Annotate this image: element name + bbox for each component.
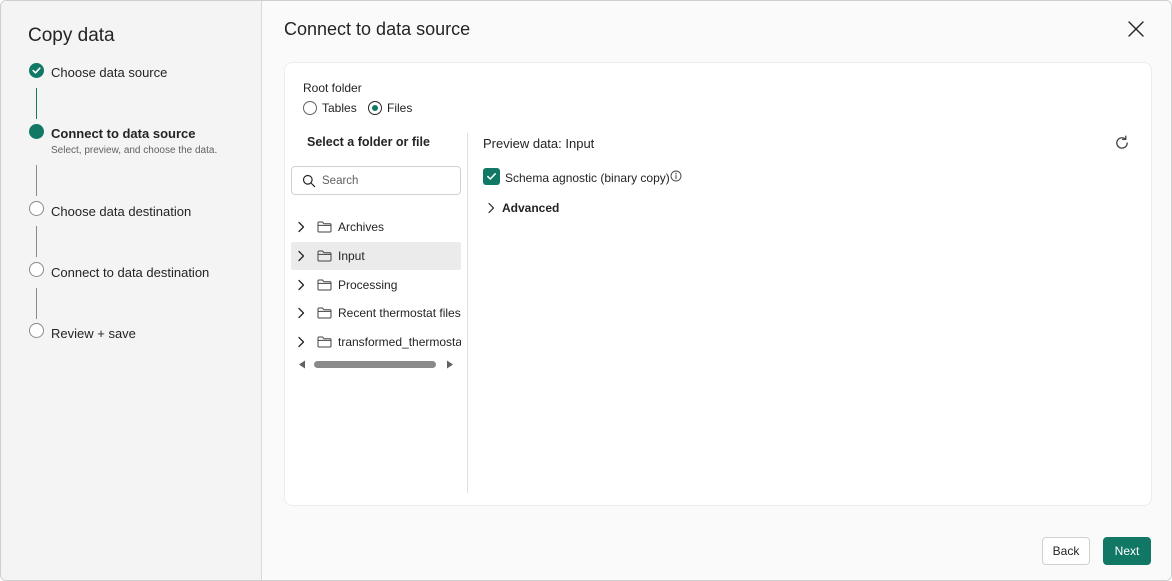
horizontal-scrollbar[interactable] [294, 358, 460, 370]
radio-files-label[interactable]: Files [387, 101, 412, 115]
search-box[interactable] [291, 166, 461, 195]
step-connect-data-source: Connect to data source [51, 126, 196, 141]
info-icon[interactable] [670, 170, 682, 182]
chevron-right-icon[interactable] [296, 307, 306, 319]
wizard-title: Copy data [28, 25, 115, 46]
step-connector [36, 88, 37, 119]
close-button[interactable] [1125, 18, 1147, 40]
step-current-icon [29, 124, 44, 139]
step-complete-icon [29, 63, 44, 78]
chevron-right-icon[interactable] [296, 279, 306, 291]
copy-data-dialog: Copy data Choose data source Connect to … [0, 0, 1172, 581]
folder-icon [317, 250, 332, 262]
advanced-toggle[interactable]: Advanced [483, 199, 563, 217]
refresh-button[interactable] [1113, 134, 1131, 152]
tree-item-label: Input [338, 249, 365, 263]
tree-item-recent-thermostat-files[interactable]: Recent thermostat files [291, 299, 461, 327]
radio-tables[interactable] [303, 101, 317, 115]
root-folder-label: Root folder [303, 81, 362, 95]
schema-agnostic-checkbox[interactable] [483, 168, 500, 185]
tree-item-input[interactable]: Input [291, 242, 461, 270]
radio-tables-label[interactable]: Tables [322, 101, 357, 115]
search-input[interactable] [322, 173, 452, 189]
step-review-save: Review + save [51, 326, 136, 341]
wizard-sidebar: Copy data Choose data source Connect to … [1, 1, 262, 580]
folder-icon [317, 307, 332, 319]
tree-item-label: transformed_thermostat [338, 335, 461, 349]
search-icon [302, 174, 316, 188]
step-description: Select, preview, and choose the data. [51, 145, 218, 156]
page-title: Connect to data source [284, 19, 471, 39]
content-card: Root folder Tables Files Select a folder… [284, 62, 1152, 506]
chevron-right-icon[interactable] [296, 336, 306, 348]
step-connector [36, 165, 37, 196]
scrollbar-thumb[interactable] [314, 361, 436, 368]
step-connector [36, 288, 37, 319]
step-connect-data-destination: Connect to data destination [51, 265, 210, 280]
close-icon [1128, 21, 1144, 37]
folder-tree-pane: Select a folder or file Archives [290, 133, 468, 493]
pane-divider [467, 133, 468, 493]
advanced-label: Advanced [502, 201, 560, 215]
tree-item-archives[interactable]: Archives [291, 213, 461, 241]
checkmark-icon [487, 173, 496, 180]
radio-files[interactable] [368, 101, 382, 115]
scroll-left-icon[interactable] [298, 360, 306, 369]
main-panel: Connect to data source Root folder Table… [263, 1, 1171, 580]
folder-icon [317, 279, 332, 291]
step-pending-icon [29, 323, 44, 338]
scroll-right-icon[interactable] [446, 360, 454, 369]
chevron-right-icon[interactable] [296, 221, 306, 233]
tree-heading: Select a folder or file [307, 135, 430, 149]
chevron-right-icon[interactable] [296, 250, 306, 262]
folder-icon [317, 221, 332, 233]
step-pending-icon [29, 262, 44, 277]
step-choose-data-source: Choose data source [51, 65, 168, 80]
tree-item-label: Processing [338, 278, 398, 292]
tree-item-label: Recent thermostat files [338, 306, 461, 320]
tree-item-label: Archives [338, 220, 385, 234]
step-choose-data-destination: Choose data destination [51, 204, 192, 219]
preview-title: Preview data: Input [483, 136, 595, 151]
folder-icon [317, 336, 332, 348]
back-button[interactable]: Back [1042, 537, 1090, 565]
tree-item-processing[interactable]: Processing [291, 271, 461, 299]
tree-item-transformed-thermostat[interactable]: transformed_thermostat [291, 328, 461, 356]
step-pending-icon [29, 201, 44, 216]
chevron-right-icon [488, 202, 495, 214]
refresh-icon [1116, 135, 1128, 149]
schema-agnostic-label[interactable]: Schema agnostic (binary copy) [505, 171, 670, 185]
step-connector [36, 226, 37, 257]
next-button[interactable]: Next [1103, 537, 1151, 565]
